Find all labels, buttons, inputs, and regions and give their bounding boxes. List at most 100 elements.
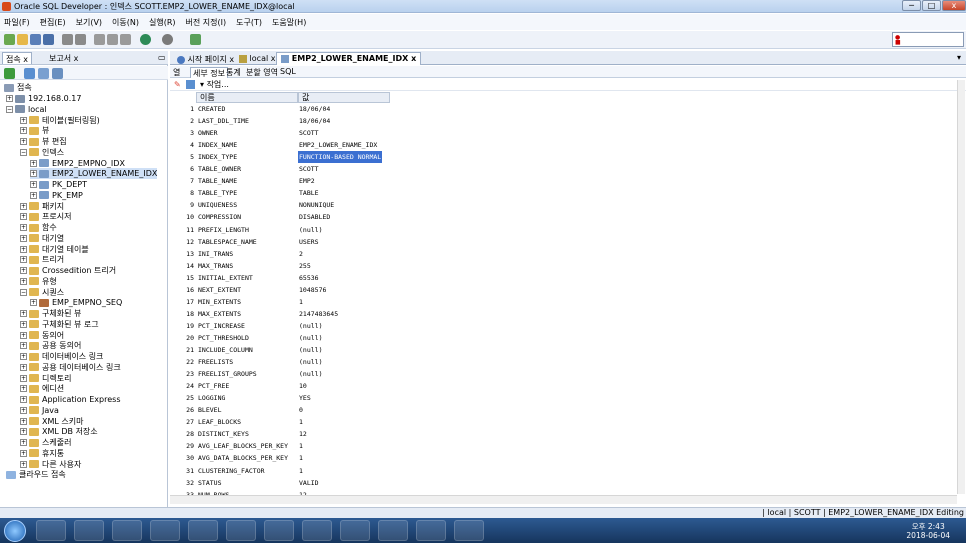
- filter-icon[interactable]: [38, 68, 49, 79]
- refresh-icon[interactable]: [24, 68, 35, 79]
- expand-toggle-icon[interactable]: +: [20, 396, 27, 403]
- filezilla-taskbar-icon[interactable]: [340, 520, 370, 541]
- tree-item-8[interactable]: + PK_DEPT: [30, 179, 87, 190]
- tree-item-14[interactable]: + 대기열 테이블: [20, 244, 89, 255]
- expand-toggle-icon[interactable]: −: [20, 148, 27, 156]
- expand-toggle-icon[interactable]: +: [20, 417, 27, 425]
- menu-run[interactable]: 실행(R): [149, 17, 176, 28]
- expand-toggle-icon[interactable]: +: [20, 331, 27, 339]
- property-value[interactable]: 2147483645: [298, 308, 339, 320]
- property-value[interactable]: (null): [298, 224, 323, 236]
- expand-toggle-icon[interactable]: −: [20, 288, 27, 296]
- close-button[interactable]: x: [942, 0, 966, 11]
- menu-versioning[interactable]: 버전 지정(I): [186, 17, 227, 28]
- expand-toggle-icon[interactable]: +: [30, 191, 37, 199]
- property-name[interactable]: AVG_DATA_BLOCKS_PER_KEY: [198, 452, 288, 464]
- copy-icon[interactable]: [107, 34, 118, 45]
- table-row[interactable]: 20 PCT_THRESHOLD (null): [172, 332, 390, 344]
- tree-item-21[interactable]: + 구체화된 뷰 로그: [20, 319, 99, 330]
- tree-item-23[interactable]: + 공용 동의어: [20, 340, 81, 351]
- new-icon[interactable]: [4, 34, 15, 45]
- table-row[interactable]: 23 FREELIST_GROUPS (null): [172, 368, 390, 380]
- expand-toggle-icon[interactable]: +: [20, 245, 27, 253]
- subtab-statistics[interactable]: 통계: [226, 67, 241, 78]
- forward-icon[interactable]: [162, 34, 173, 45]
- horizontal-scrollbar[interactable]: [170, 495, 957, 504]
- property-value[interactable]: 12: [298, 428, 308, 440]
- property-name[interactable]: DISTINCT_KEYS: [198, 428, 249, 440]
- table-row[interactable]: 13 INI_TRANS 2: [172, 248, 390, 260]
- property-name[interactable]: COMPRESSION: [198, 211, 241, 223]
- property-name[interactable]: STATUS: [198, 477, 221, 489]
- property-value[interactable]: YES: [298, 392, 312, 404]
- tree-item-5[interactable]: − 인덱스: [20, 147, 64, 158]
- property-name[interactable]: NEXT_EXTENT: [198, 284, 241, 296]
- actions-dropdown[interactable]: ▾ 작업...: [200, 79, 229, 90]
- expand-toggle-icon[interactable]: +: [20, 213, 27, 221]
- property-name[interactable]: MAX_TRANS: [198, 260, 233, 272]
- table-row[interactable]: 17 MIN_EXTENTS 1: [172, 296, 390, 308]
- tab-reports[interactable]: 보고서 x: [46, 52, 81, 64]
- tab-local[interactable]: local x: [234, 52, 280, 65]
- table-row[interactable]: 22 FREELISTS (null): [172, 356, 390, 368]
- tree-item-28[interactable]: + Application Express: [20, 394, 120, 405]
- explorer-taskbar-icon[interactable]: [36, 520, 66, 541]
- property-name[interactable]: AVG_LEAF_BLOCKS_PER_KEY: [198, 440, 288, 452]
- table-row[interactable]: 3 OWNER SCOTT: [172, 127, 390, 139]
- table-row[interactable]: 4 INDEX_NAME EMP2_LOWER_ENAME_IDX: [172, 139, 390, 151]
- expand-toggle-icon[interactable]: +: [20, 202, 27, 210]
- table-row[interactable]: 31 CLUSTERING_FACTOR 1: [172, 465, 390, 477]
- tree-root-connections[interactable]: 접속: [4, 82, 32, 93]
- tree-item-18[interactable]: − 시퀀스: [20, 287, 64, 298]
- property-value[interactable]: 1048576: [298, 284, 327, 296]
- expand-toggle-icon[interactable]: +: [20, 127, 27, 135]
- back-icon[interactable]: [140, 34, 151, 45]
- property-value[interactable]: 255: [298, 260, 312, 272]
- tree-item-2[interactable]: + 테이블(필터링됨): [20, 115, 100, 126]
- table-row[interactable]: 25 LOGGING YES: [172, 392, 390, 404]
- property-value[interactable]: SCOTT: [298, 127, 320, 139]
- undo-icon[interactable]: [62, 34, 73, 45]
- table-row[interactable]: 2 LAST_DDL_TIME 18/06/04: [172, 115, 390, 127]
- subtab-columns[interactable]: 열: [173, 67, 180, 78]
- tree-item-34[interactable]: + 다른 사용자: [20, 459, 81, 470]
- expand-toggle-icon[interactable]: +: [6, 95, 13, 102]
- expand-toggle-icon[interactable]: +: [30, 159, 37, 167]
- property-name[interactable]: OWNER: [198, 127, 218, 139]
- column-header-value[interactable]: 값: [298, 92, 390, 103]
- expand-toggle-icon[interactable]: +: [20, 449, 27, 457]
- expand-toggle-icon[interactable]: +: [20, 439, 27, 446]
- tree-item-15[interactable]: + 트리거: [20, 254, 64, 265]
- property-value[interactable]: 18/06/04: [298, 115, 331, 127]
- tree-item-30[interactable]: + XML 스키마: [20, 416, 83, 427]
- property-name[interactable]: BLEVEL: [198, 404, 221, 416]
- table-row[interactable]: 28 DISTINCT_KEYS 12: [172, 428, 390, 440]
- tree-item-1[interactable]: − local: [6, 104, 47, 115]
- expand-toggle-icon[interactable]: +: [20, 374, 27, 382]
- property-name[interactable]: INDEX_TYPE: [198, 151, 237, 163]
- tree-item-7[interactable]: + EMP2_LOWER_ENAME_IDX: [30, 168, 158, 180]
- chrome-taskbar-icon[interactable]: [188, 520, 218, 541]
- property-name[interactable]: FREELISTS: [198, 356, 233, 368]
- tab-start-page[interactable]: 시작 페이지 x: [172, 52, 239, 65]
- minimize-button[interactable]: ─: [902, 0, 921, 11]
- table-row[interactable]: 21 INCLUDE_COLUMN (null): [172, 344, 390, 356]
- tree-item-10[interactable]: + 패키지: [20, 201, 64, 212]
- table-row[interactable]: 1 CREATED 18/06/04: [172, 103, 390, 115]
- save-icon[interactable]: [30, 34, 41, 45]
- expand-toggle-icon[interactable]: +: [30, 170, 37, 178]
- property-name[interactable]: CLUSTERING_FACTOR: [198, 465, 265, 477]
- tool-taskbar-icon[interactable]: [454, 520, 484, 541]
- property-value[interactable]: 1: [298, 416, 304, 428]
- table-row[interactable]: 5 INDEX_TYPE FUNCTION-BASED NORMAL: [172, 151, 390, 164]
- column-header-name[interactable]: 이름: [196, 92, 298, 103]
- property-value[interactable]: TABLE: [298, 187, 320, 199]
- tree-item-27[interactable]: + 에디션: [20, 383, 64, 394]
- table-row[interactable]: 14 MAX_TRANS 255: [172, 260, 390, 272]
- paste-icon[interactable]: [120, 34, 131, 45]
- table-row[interactable]: 19 PCT_INCREASE (null): [172, 320, 390, 332]
- property-value[interactable]: FUNCTION-BASED NORMAL: [298, 151, 383, 164]
- property-value[interactable]: 65536: [298, 272, 320, 284]
- tree-item-35[interactable]: 클라우드 접속: [6, 469, 66, 480]
- property-name[interactable]: LOGGING: [198, 392, 225, 404]
